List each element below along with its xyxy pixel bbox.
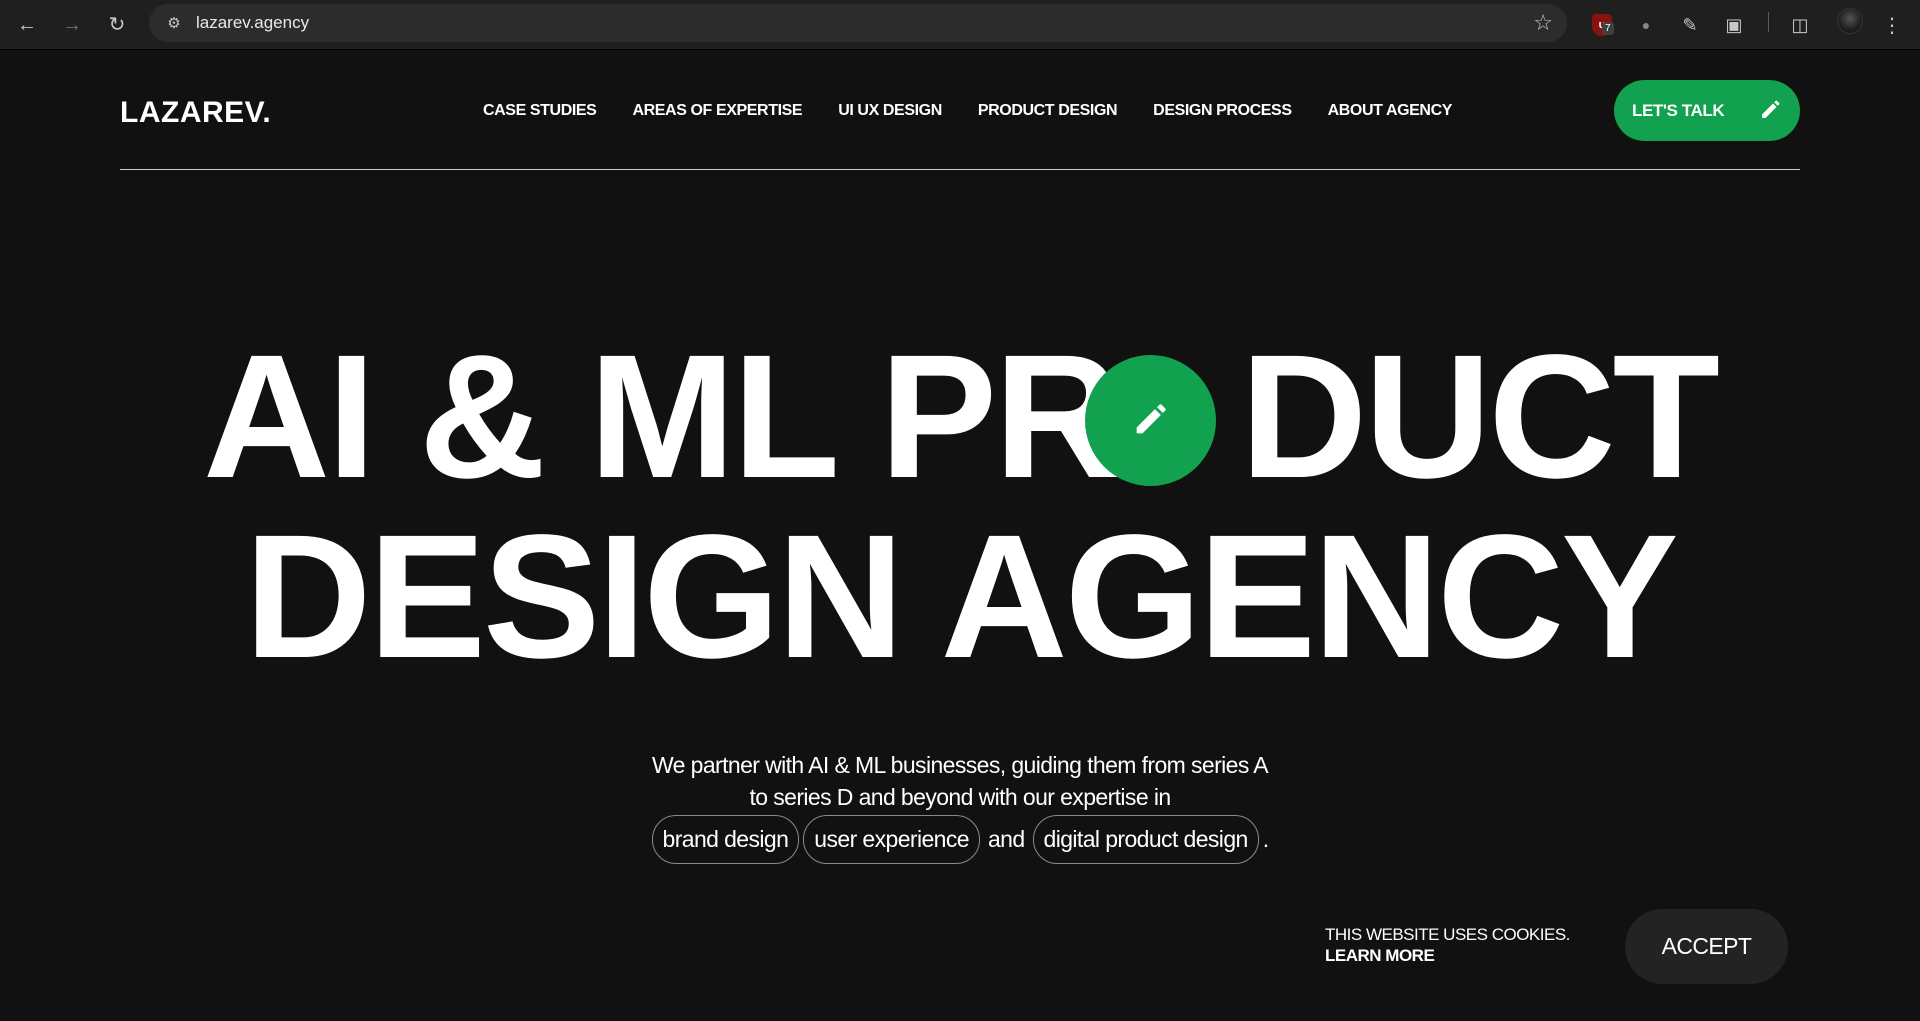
site-info-icon[interactable]: ⚙: [161, 11, 187, 35]
cookie-notice: THIS WEBSITE USES COOKIES. LEARN MORE: [1325, 924, 1570, 966]
browser-toolbar: ← → ↻ ⚙ lazarev.agency ☆ u 7 ● ✎ ▣ ◫ ⋮: [0, 0, 1920, 50]
expertise-chips: brand design user experience and digital…: [0, 815, 1920, 864]
hero-title-part-1: AI & ML PR: [202, 319, 1121, 515]
pencil-icon: [1762, 100, 1780, 118]
ublock-extension-icon[interactable]: u 7: [1586, 8, 1618, 42]
lets-talk-button[interactable]: LET'S TALK: [1614, 80, 1800, 141]
hero-title-line-1: AI & ML PR DUCT: [0, 329, 1920, 505]
hero-title-line-2: DESIGN AGENCY: [244, 499, 1678, 695]
eyedropper-extension-icon[interactable]: ✎: [1674, 8, 1706, 42]
extension-icon[interactable]: ●: [1630, 8, 1662, 42]
nav-case-studies[interactable]: CASE STUDIES: [483, 102, 597, 120]
url-text[interactable]: lazarev.agency: [196, 13, 309, 33]
page: LAZAREV. CASE STUDIES AREAS OF EXPERTISE…: [0, 51, 1920, 1021]
intro-line-2: to series D and beyond with our expertis…: [749, 784, 1171, 810]
toolbar-divider: [1768, 12, 1769, 32]
logo[interactable]: LAZAREV.: [120, 96, 271, 130]
hero-pencil-badge[interactable]: [1085, 355, 1216, 486]
chip-digital-product-design[interactable]: digital product design: [1032, 815, 1259, 864]
lets-talk-label: LET'S TALK: [1632, 100, 1725, 120]
intro-line-1: We partner with AI & ML businesses, guid…: [651, 752, 1269, 778]
nav-design-process[interactable]: DESIGN PROCESS: [1153, 102, 1292, 120]
profile-avatar[interactable]: [1837, 8, 1863, 34]
extension-badge: 7: [1602, 22, 1614, 35]
extensions-puzzle-icon[interactable]: ▣: [1718, 8, 1750, 42]
accept-cookies-button[interactable]: ACCEPT: [1625, 909, 1788, 984]
reload-icon[interactable]: ↻: [100, 8, 134, 42]
learn-more-link[interactable]: LEARN MORE: [1325, 945, 1570, 966]
header-divider: [120, 169, 1800, 170]
nav-areas-of-expertise[interactable]: AREAS OF EXPERTISE: [632, 102, 802, 120]
hero-title-part-2: DUCT: [1240, 319, 1720, 515]
forward-icon[interactable]: →: [55, 8, 89, 42]
chip-user-experience[interactable]: user experience: [803, 815, 980, 864]
nav-product-design[interactable]: PRODUCT DESIGN: [978, 102, 1118, 120]
main-nav: CASE STUDIES AREAS OF EXPERTISE UI UX DE…: [483, 102, 1488, 120]
pencil-icon: [1136, 404, 1166, 434]
intro-end: .: [1262, 826, 1269, 852]
side-panel-icon[interactable]: ◫: [1784, 8, 1816, 42]
back-icon[interactable]: ←: [10, 8, 44, 42]
menu-kebab-icon[interactable]: ⋮: [1876, 8, 1908, 42]
bookmark-star-icon[interactable]: ☆: [1533, 10, 1553, 36]
chip-brand-design[interactable]: brand design: [651, 815, 800, 864]
cookie-notice-text: THIS WEBSITE USES COOKIES.: [1325, 925, 1570, 944]
nav-ui-ux-design[interactable]: UI UX DESIGN: [838, 102, 942, 120]
nav-about-agency[interactable]: ABOUT AGENCY: [1328, 102, 1453, 120]
address-bar[interactable]: ⚙ lazarev.agency ☆: [149, 4, 1567, 42]
chips-connector: and: [987, 826, 1025, 852]
